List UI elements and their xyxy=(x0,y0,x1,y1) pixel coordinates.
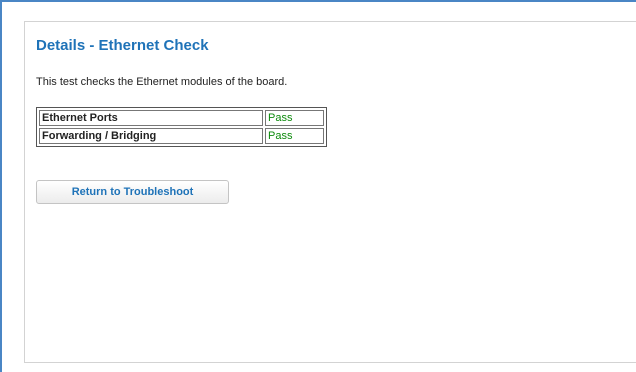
test-result-cell: Pass xyxy=(265,128,324,144)
table-row: Ethernet Ports Pass xyxy=(39,110,324,126)
details-panel: Details - Ethernet Check This test check… xyxy=(24,21,636,363)
table-row: Forwarding / Bridging Pass xyxy=(39,128,324,144)
results-table: Ethernet Ports Pass Forwarding / Bridgin… xyxy=(36,107,327,147)
page-title: Details - Ethernet Check xyxy=(36,37,209,54)
test-name-cell: Ethernet Ports xyxy=(39,110,263,126)
return-to-troubleshoot-button[interactable]: Return to Troubleshoot xyxy=(36,180,229,204)
test-name-cell: Forwarding / Bridging xyxy=(39,128,263,144)
test-result-cell: Pass xyxy=(265,110,324,126)
window-frame: Details - Ethernet Check This test check… xyxy=(0,0,636,372)
test-description: This test checks the Ethernet modules of… xyxy=(36,76,288,88)
